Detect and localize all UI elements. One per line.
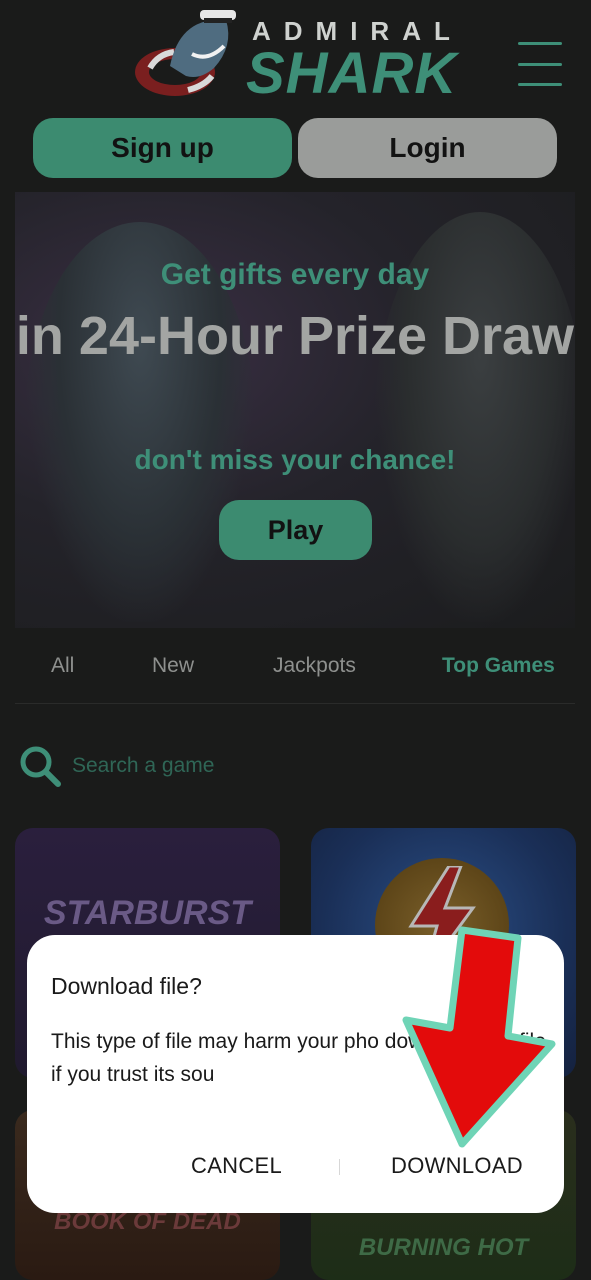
game-title: BURNING HOT xyxy=(358,1234,529,1261)
brand-shark-text: SHARK xyxy=(246,41,458,106)
banner-tagline: don't miss your chance! xyxy=(134,444,456,475)
menu-line xyxy=(518,83,562,86)
tab-top-games[interactable]: Top Games xyxy=(442,654,555,678)
tab-jackpots[interactable]: Jackpots xyxy=(273,654,356,678)
play-button[interactable]: Play xyxy=(219,500,372,560)
search-input[interactable] xyxy=(72,748,472,784)
game-category-tabs: All New Jackpots Top Games xyxy=(0,640,591,700)
hamburger-menu-icon[interactable] xyxy=(518,42,562,86)
cancel-button[interactable]: CANCEL xyxy=(191,1153,282,1179)
search-icon[interactable] xyxy=(18,744,62,788)
tab-new[interactable]: New xyxy=(152,654,194,678)
site-header: ADMIRAL SHARK xyxy=(0,0,591,110)
tab-all[interactable]: All xyxy=(51,654,74,678)
login-button[interactable]: Login xyxy=(298,118,557,178)
tabs-divider xyxy=(15,703,575,704)
banner-subtitle: Get gifts every day xyxy=(160,258,430,291)
menu-line xyxy=(518,62,562,66)
promo-banner[interactable]: Get gifts every day in 24-Hour Prize Dra… xyxy=(15,192,575,628)
red-arrow-pointer-icon xyxy=(402,926,556,1148)
game-title: STARBURST xyxy=(43,894,252,932)
banner-headline: in 24-Hour Prize Draw xyxy=(15,306,575,366)
sign-up-button[interactable]: Sign up xyxy=(33,118,292,178)
download-button[interactable]: DOWNLOAD xyxy=(391,1153,523,1179)
shark-mascot-icon[interactable] xyxy=(130,6,248,106)
menu-line xyxy=(518,42,562,45)
button-separator xyxy=(339,1159,340,1175)
dialog-title: Download file? xyxy=(51,973,202,999)
